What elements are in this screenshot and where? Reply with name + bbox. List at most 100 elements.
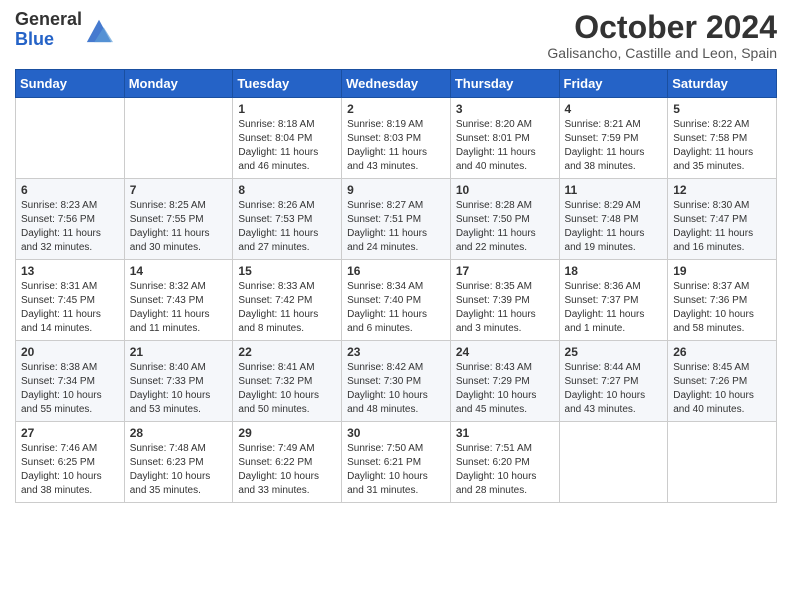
calendar-cell: 28 Sunrise: 7:48 AM Sunset: 6:23 PM Dayli… [124, 422, 233, 503]
calendar-cell: 21 Sunrise: 8:40 AM Sunset: 7:33 PM Dayli… [124, 341, 233, 422]
calendar-cell: 5 Sunrise: 8:22 AM Sunset: 7:58 PM Daylig… [668, 98, 777, 179]
day-number: 24 [456, 345, 554, 359]
calendar-cell: 12 Sunrise: 8:30 AM Sunset: 7:47 PM Dayli… [668, 179, 777, 260]
day-number: 25 [565, 345, 663, 359]
calendar-cell: 9 Sunrise: 8:27 AM Sunset: 7:51 PM Daylig… [342, 179, 451, 260]
day-info: Sunrise: 8:41 AM Sunset: 7:32 PM Dayligh… [238, 361, 336, 417]
calendar-day-header: Monday [124, 70, 233, 98]
day-info: Sunrise: 8:28 AM Sunset: 7:50 PM Dayligh… [456, 199, 554, 255]
day-info: Sunrise: 8:35 AM Sunset: 7:39 PM Dayligh… [456, 280, 554, 336]
logo: General Blue [15, 10, 113, 50]
day-number: 21 [130, 345, 228, 359]
calendar-cell: 14 Sunrise: 8:32 AM Sunset: 7:43 PM Dayli… [124, 260, 233, 341]
day-number: 15 [238, 264, 336, 278]
day-number: 10 [456, 183, 554, 197]
calendar-cell: 3Sunrise: 8:20 AM Sunset: 8:01 PM Daylig… [450, 98, 559, 179]
day-number: 12 [673, 183, 771, 197]
day-number: 6 [21, 183, 119, 197]
calendar-week-row: 13 Sunrise: 8:31 AM Sunset: 7:45 PM Dayli… [16, 260, 777, 341]
calendar-week-row: 27 Sunrise: 7:46 AM Sunset: 6:25 PM Dayli… [16, 422, 777, 503]
day-info: Sunrise: 7:50 AM Sunset: 6:21 PM Dayligh… [347, 442, 445, 498]
day-info: Sunrise: 8:45 AM Sunset: 7:26 PM Dayligh… [673, 361, 771, 417]
day-info: Sunrise: 8:36 AM Sunset: 7:37 PM Dayligh… [565, 280, 663, 336]
day-info: Sunrise: 8:21 AM Sunset: 7:59 PM Dayligh… [565, 118, 663, 174]
day-info: Sunrise: 8:32 AM Sunset: 7:43 PM Dayligh… [130, 280, 228, 336]
calendar-day-header: Saturday [668, 70, 777, 98]
calendar-week-row: 20 Sunrise: 8:38 AM Sunset: 7:34 PM Dayli… [16, 341, 777, 422]
calendar-cell: 25 Sunrise: 8:44 AM Sunset: 7:27 PM Dayli… [559, 341, 668, 422]
day-number: 30 [347, 426, 445, 440]
calendar-cell: 30 Sunrise: 7:50 AM Sunset: 6:21 PM Dayli… [342, 422, 451, 503]
calendar-cell [668, 422, 777, 503]
calendar-cell: 29Sunrise: 7:49 AM Sunset: 6:22 PM Dayli… [233, 422, 342, 503]
day-number: 9 [347, 183, 445, 197]
day-number: 23 [347, 345, 445, 359]
day-info: Sunrise: 8:30 AM Sunset: 7:47 PM Dayligh… [673, 199, 771, 255]
day-number: 20 [21, 345, 119, 359]
calendar-day-header: Sunday [16, 70, 125, 98]
calendar-cell: 4 Sunrise: 8:21 AM Sunset: 7:59 PM Daylig… [559, 98, 668, 179]
day-info: Sunrise: 8:25 AM Sunset: 7:55 PM Dayligh… [130, 199, 228, 255]
calendar-cell: 15Sunrise: 8:33 AM Sunset: 7:42 PM Dayli… [233, 260, 342, 341]
calendar-day-header: Thursday [450, 70, 559, 98]
day-info: Sunrise: 8:26 AM Sunset: 7:53 PM Dayligh… [238, 199, 336, 255]
day-number: 27 [21, 426, 119, 440]
calendar-week-row: 1Sunrise: 8:18 AM Sunset: 8:04 PM Daylig… [16, 98, 777, 179]
day-info: Sunrise: 8:29 AM Sunset: 7:48 PM Dayligh… [565, 199, 663, 255]
day-info: Sunrise: 8:44 AM Sunset: 7:27 PM Dayligh… [565, 361, 663, 417]
day-info: Sunrise: 7:51 AM Sunset: 6:20 PM Dayligh… [456, 442, 554, 498]
calendar-cell: 19 Sunrise: 8:37 AM Sunset: 7:36 PM Dayli… [668, 260, 777, 341]
day-number: 1 [238, 102, 336, 116]
calendar-cell: 8 Sunrise: 8:26 AM Sunset: 7:53 PM Daylig… [233, 179, 342, 260]
calendar-cell: 11Sunrise: 8:29 AM Sunset: 7:48 PM Dayli… [559, 179, 668, 260]
day-number: 5 [673, 102, 771, 116]
calendar-table: SundayMondayTuesdayWednesdayThursdayFrid… [15, 69, 777, 503]
day-number: 7 [130, 183, 228, 197]
day-number: 4 [565, 102, 663, 116]
day-info: Sunrise: 8:38 AM Sunset: 7:34 PM Dayligh… [21, 361, 119, 417]
calendar-cell: 16Sunrise: 8:34 AM Sunset: 7:40 PM Dayli… [342, 260, 451, 341]
calendar-day-header: Friday [559, 70, 668, 98]
calendar-cell: 27 Sunrise: 7:46 AM Sunset: 6:25 PM Dayli… [16, 422, 125, 503]
day-info: Sunrise: 7:48 AM Sunset: 6:23 PM Dayligh… [130, 442, 228, 498]
day-info: Sunrise: 7:46 AM Sunset: 6:25 PM Dayligh… [21, 442, 119, 498]
day-info: Sunrise: 8:31 AM Sunset: 7:45 PM Dayligh… [21, 280, 119, 336]
day-number: 26 [673, 345, 771, 359]
calendar-cell: 18Sunrise: 8:36 AM Sunset: 7:37 PM Dayli… [559, 260, 668, 341]
calendar-cell [559, 422, 668, 503]
logo-general: General [15, 9, 82, 29]
calendar-cell [124, 98, 233, 179]
day-number: 2 [347, 102, 445, 116]
calendar-cell: 6Sunrise: 8:23 AM Sunset: 7:56 PM Daylig… [16, 179, 125, 260]
calendar-cell: 24 Sunrise: 8:43 AM Sunset: 7:29 PM Dayli… [450, 341, 559, 422]
calendar-cell: 7 Sunrise: 8:25 AM Sunset: 7:55 PM Daylig… [124, 179, 233, 260]
calendar-cell: 10 Sunrise: 8:28 AM Sunset: 7:50 PM Dayli… [450, 179, 559, 260]
day-number: 19 [673, 264, 771, 278]
calendar-cell: 1Sunrise: 8:18 AM Sunset: 8:04 PM Daylig… [233, 98, 342, 179]
day-info: Sunrise: 8:27 AM Sunset: 7:51 PM Dayligh… [347, 199, 445, 255]
day-number: 29 [238, 426, 336, 440]
logo-blue: Blue [15, 29, 54, 49]
calendar-cell: 22 Sunrise: 8:41 AM Sunset: 7:32 PM Dayli… [233, 341, 342, 422]
day-info: Sunrise: 8:40 AM Sunset: 7:33 PM Dayligh… [130, 361, 228, 417]
day-info: Sunrise: 8:22 AM Sunset: 7:58 PM Dayligh… [673, 118, 771, 174]
day-number: 28 [130, 426, 228, 440]
day-info: Sunrise: 8:19 AM Sunset: 8:03 PM Dayligh… [347, 118, 445, 174]
day-number: 14 [130, 264, 228, 278]
calendar-day-header: Wednesday [342, 70, 451, 98]
day-info: Sunrise: 8:20 AM Sunset: 8:01 PM Dayligh… [456, 118, 554, 174]
day-info: Sunrise: 8:37 AM Sunset: 7:36 PM Dayligh… [673, 280, 771, 336]
day-number: 13 [21, 264, 119, 278]
calendar-header-row: SundayMondayTuesdayWednesdayThursdayFrid… [16, 70, 777, 98]
logo-icon [85, 16, 113, 44]
calendar-cell: 23Sunrise: 8:42 AM Sunset: 7:30 PM Dayli… [342, 341, 451, 422]
day-number: 8 [238, 183, 336, 197]
calendar-cell: 13 Sunrise: 8:31 AM Sunset: 7:45 PM Dayli… [16, 260, 125, 341]
calendar-cell: 2 Sunrise: 8:19 AM Sunset: 8:03 PM Daylig… [342, 98, 451, 179]
calendar-cell: 31 Sunrise: 7:51 AM Sunset: 6:20 PM Dayli… [450, 422, 559, 503]
day-number: 22 [238, 345, 336, 359]
page: General Blue October 2024 Galisancho, Ca… [0, 0, 792, 518]
day-info: Sunrise: 8:43 AM Sunset: 7:29 PM Dayligh… [456, 361, 554, 417]
calendar-week-row: 6Sunrise: 8:23 AM Sunset: 7:56 PM Daylig… [16, 179, 777, 260]
day-number: 31 [456, 426, 554, 440]
